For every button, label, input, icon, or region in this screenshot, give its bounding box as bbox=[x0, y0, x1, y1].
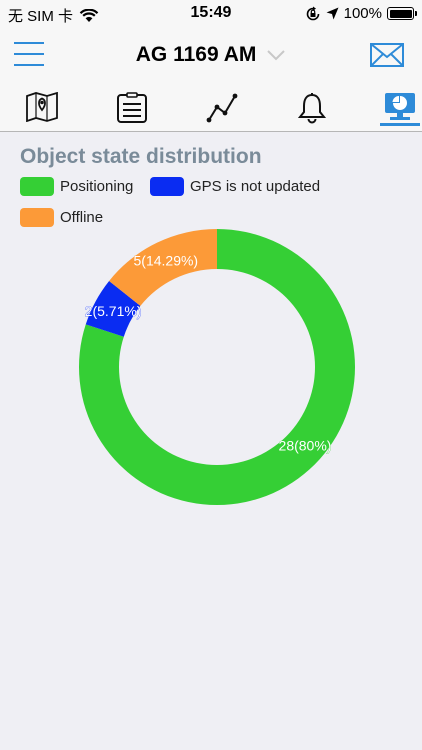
chevron-down-icon bbox=[267, 50, 285, 61]
legend-item-gps-not-updated[interactable]: GPS is not updated bbox=[150, 177, 320, 196]
status-bar: 无 SIM 卡 15:49 100% bbox=[0, 0, 422, 28]
nav-bar: AG 1169 AM bbox=[0, 28, 422, 84]
tab-list[interactable] bbox=[112, 92, 152, 126]
tab-track[interactable] bbox=[202, 92, 242, 126]
bell-icon bbox=[297, 93, 327, 124]
list-icon bbox=[117, 92, 147, 123]
track-icon bbox=[206, 93, 238, 123]
mail-icon[interactable] bbox=[370, 43, 404, 67]
battery-icon bbox=[387, 7, 417, 20]
tab-map[interactable] bbox=[22, 92, 62, 126]
tab-bar bbox=[0, 84, 422, 132]
legend-label: Positioning bbox=[60, 178, 134, 195]
legend-swatch bbox=[20, 208, 54, 227]
status-right: 100% bbox=[305, 5, 417, 22]
map-icon bbox=[26, 92, 58, 122]
legend-label: GPS is not updated bbox=[190, 178, 321, 195]
legend-label: Offline bbox=[60, 209, 104, 226]
tab-alerts[interactable] bbox=[292, 92, 332, 126]
vehicle-selector[interactable]: AG 1169 AM bbox=[0, 43, 422, 67]
legend-item-positioning[interactable]: Positioning bbox=[20, 177, 133, 196]
page-title: AG 1169 AM bbox=[135, 43, 257, 66]
legend-swatch bbox=[150, 177, 184, 196]
statistics-icon bbox=[385, 93, 415, 120]
battery-percent: 100% bbox=[343, 5, 382, 22]
tab-statistics[interactable] bbox=[380, 92, 420, 126]
legend-item-offline[interactable]: Offline bbox=[20, 208, 103, 227]
chart-title: Object state distribution bbox=[20, 145, 262, 168]
location-arrow-icon bbox=[326, 7, 339, 20]
orientation-lock-icon bbox=[306, 6, 319, 20]
legend-swatch bbox=[20, 177, 54, 196]
